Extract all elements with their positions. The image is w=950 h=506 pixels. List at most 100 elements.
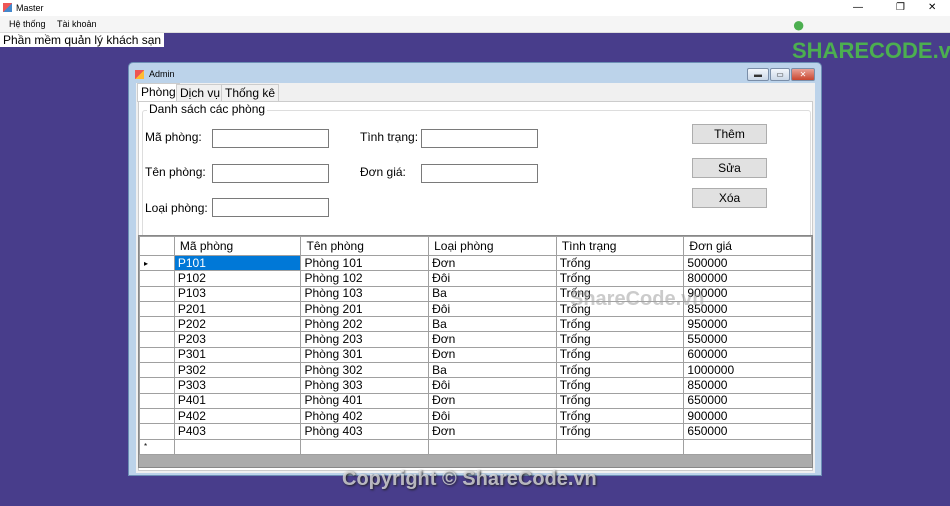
table-cell[interactable]: Trống: [555, 423, 685, 440]
table-row[interactable]: P201 Phòng 201 Đôi Trống 850000: [139, 300, 812, 318]
table-cell[interactable]: Đơn: [428, 423, 557, 440]
table-cell[interactable]: Trống: [555, 270, 685, 287]
sua-button[interactable]: Sửa: [692, 158, 767, 178]
column-header[interactable]: Đơn giá: [683, 236, 812, 256]
table-cell[interactable]: Trống: [555, 377, 685, 394]
table-cell[interactable]: 650000: [683, 423, 812, 440]
ten-phong-input[interactable]: [212, 164, 329, 183]
row-header[interactable]: [139, 331, 175, 348]
table-cell[interactable]: Đôi: [428, 270, 557, 287]
row-header[interactable]: ▸: [139, 254, 175, 272]
table-row[interactable]: P301 Phòng 301 Đơn Trống 600000: [139, 346, 812, 364]
column-header[interactable]: Tình trạng: [555, 236, 685, 256]
table-cell[interactable]: Ba: [428, 316, 557, 333]
table-cell[interactable]: P201: [173, 300, 302, 318]
table-cell[interactable]: 950000: [683, 316, 812, 333]
table-cell[interactable]: P402: [173, 407, 302, 425]
them-button[interactable]: Thêm: [692, 124, 767, 144]
table-cell[interactable]: Phòng 203: [300, 331, 430, 348]
table-cell[interactable]: Phòng 201: [300, 300, 430, 318]
row-header[interactable]: [139, 407, 175, 425]
column-header[interactable]: Mã phòng: [173, 236, 302, 256]
table-cell[interactable]: P202: [173, 316, 302, 333]
row-header[interactable]: [139, 423, 175, 440]
row-header[interactable]: [139, 300, 175, 318]
row-header[interactable]: [139, 377, 175, 394]
table-cell[interactable]: Trống: [555, 346, 685, 364]
table-cell[interactable]: 550000: [683, 331, 812, 348]
table-cell[interactable]: Ba: [428, 285, 557, 302]
table-cell[interactable]: Trống: [555, 254, 685, 272]
new-row-marker[interactable]: *: [139, 438, 175, 455]
table-cell[interactable]: Đơn: [428, 346, 557, 364]
table-cell[interactable]: Trống: [555, 316, 685, 333]
table-cell[interactable]: P403: [173, 423, 302, 440]
row-header[interactable]: [139, 285, 175, 302]
table-cell[interactable]: [173, 438, 302, 455]
tab-thong-ke[interactable]: Thống kê: [221, 84, 280, 101]
table-cell[interactable]: 500000: [683, 254, 812, 272]
table-cell[interactable]: [555, 438, 685, 455]
table-cell[interactable]: Phòng 403: [300, 423, 430, 440]
table-cell[interactable]: 800000: [683, 270, 812, 287]
tinh-trang-input[interactable]: [421, 129, 538, 148]
table-row[interactable]: ▸ P101 Phòng 101 Đơn Trống 500000: [139, 254, 812, 272]
table-cell[interactable]: Trống: [555, 392, 685, 409]
table-cell[interactable]: P401: [173, 392, 302, 409]
table-cell[interactable]: Phòng 302: [300, 362, 430, 379]
table-cell[interactable]: 900000: [683, 407, 812, 425]
table-cell[interactable]: P203: [173, 331, 302, 348]
table-row[interactable]: P203 Phòng 203 Đơn Trống 550000: [139, 331, 812, 348]
table-cell[interactable]: 1000000: [683, 362, 812, 379]
table-row[interactable]: P402 Phòng 402 Đôi Trống 900000: [139, 407, 812, 425]
new-row[interactable]: *: [139, 438, 812, 455]
admin-close-button[interactable]: ✕: [791, 68, 815, 81]
table-cell[interactable]: [428, 438, 557, 455]
table-cell[interactable]: P101: [173, 254, 302, 272]
admin-minimize-button[interactable]: ▬: [747, 68, 769, 81]
admin-maximize-button[interactable]: ▭: [770, 68, 790, 81]
table-cell[interactable]: Ba: [428, 362, 557, 379]
menu-he-thong[interactable]: Hệ thống: [9, 19, 46, 29]
table-cell[interactable]: Đơn: [428, 392, 557, 409]
don-gia-input[interactable]: [421, 164, 538, 183]
table-cell[interactable]: P103: [173, 285, 302, 302]
row-header[interactable]: [139, 392, 175, 409]
table-cell[interactable]: P302: [173, 362, 302, 379]
table-row[interactable]: P302 Phòng 302 Ba Trống 1000000: [139, 362, 812, 379]
table-cell[interactable]: Đơn: [428, 254, 557, 272]
tab-phong[interactable]: Phòng: [137, 83, 180, 102]
menu-tai-khoan[interactable]: Tài khoản: [57, 19, 97, 29]
table-cell[interactable]: Phòng 101: [300, 254, 430, 272]
table-row[interactable]: P202 Phòng 202 Ba Trống 950000: [139, 316, 812, 333]
table-cell[interactable]: Phòng 303: [300, 377, 430, 394]
table-cell[interactable]: 600000: [683, 346, 812, 364]
table-cell[interactable]: Phòng 202: [300, 316, 430, 333]
table-cell[interactable]: 850000: [683, 377, 812, 394]
loai-phong-input[interactable]: [212, 198, 329, 217]
table-cell[interactable]: Phòng 103: [300, 285, 430, 302]
table-row[interactable]: P103 Phòng 103 Ba Trống 900000: [139, 285, 812, 302]
table-cell[interactable]: 650000: [683, 392, 812, 409]
room-grid[interactable]: Mã phòng Tên phòng Loại phòng Tình trạng Đơn…: [138, 235, 813, 468]
row-header[interactable]: [139, 362, 175, 379]
table-cell[interactable]: [683, 438, 812, 455]
table-cell[interactable]: Trống: [555, 362, 685, 379]
table-cell[interactable]: P301: [173, 346, 302, 364]
row-header[interactable]: [139, 346, 175, 364]
row-header[interactable]: [139, 270, 175, 287]
table-cell[interactable]: Đôi: [428, 377, 557, 394]
table-cell[interactable]: Đôi: [428, 300, 557, 318]
table-cell[interactable]: Trống: [555, 407, 685, 425]
table-row[interactable]: P403 Phòng 403 Đơn Trống 650000: [139, 423, 812, 440]
table-cell[interactable]: Đôi: [428, 407, 557, 425]
tab-dich-vu[interactable]: Dịch vụ: [176, 84, 225, 101]
table-row[interactable]: P102 Phòng 102 Đôi Trống 800000: [139, 270, 812, 287]
table-cell[interactable]: Phòng 301: [300, 346, 430, 364]
table-cell[interactable]: P303: [173, 377, 302, 394]
table-cell[interactable]: P102: [173, 270, 302, 287]
table-cell[interactable]: Phòng 402: [300, 407, 430, 425]
column-header[interactable]: Tên phòng: [300, 236, 430, 256]
table-row[interactable]: P401 Phòng 401 Đơn Trống 650000: [139, 392, 812, 409]
table-cell[interactable]: [300, 438, 430, 455]
